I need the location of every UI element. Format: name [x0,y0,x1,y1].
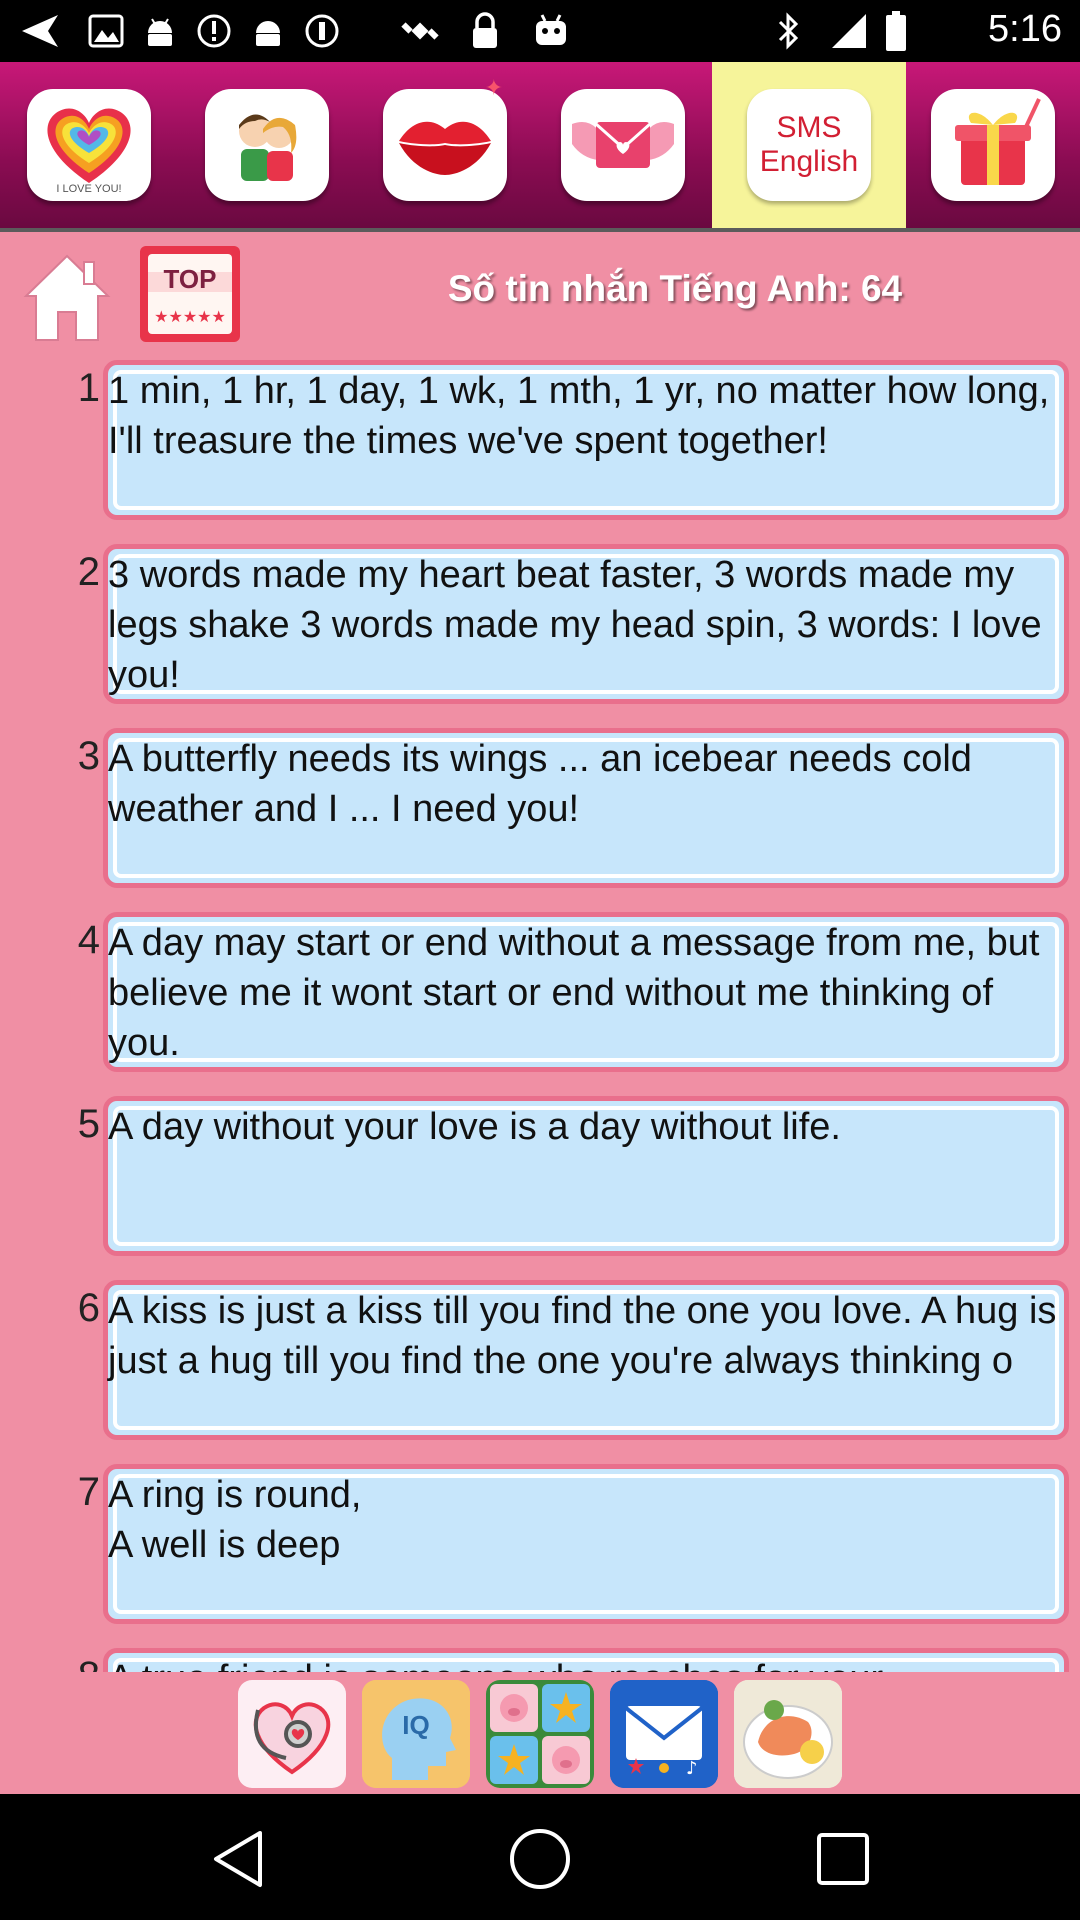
list-item[interactable]: 3 A butterfly needs its wings ... an ice… [0,728,1080,894]
bluetooth-icon [776,10,802,52]
love-sms-app-icon[interactable]: ♪ [610,1680,718,1788]
category-bar: I LOVE YOU! ✦ SMS English [0,62,1080,232]
couple-icon [205,89,329,201]
nav-back-button[interactable] [202,1824,272,1894]
home-button[interactable] [22,250,112,346]
tab-letter[interactable] [534,62,712,228]
sms-english-card: SMS English [747,89,871,201]
tab-love[interactable]: I LOVE YOU! [0,62,178,228]
signal-icon [828,10,868,52]
top-rank-icon: TOP ★★★★★ [140,246,240,342]
svg-text:IQ: IQ [402,1710,429,1740]
info-icon [304,10,340,52]
message-text: 1 min, 1 hr, 1 day, 1 wk, 1 mth, 1 yr, n… [108,370,1050,462]
nav-recents-button[interactable] [808,1824,878,1894]
sparkle-icon: ✦ [484,75,503,100]
rainbow-heart-icon: I LOVE YOU! [27,89,151,201]
item-number: 5 [77,1102,100,1146]
back-arrow-icon [18,10,60,52]
recents-square-icon [817,1833,869,1885]
sms-label: SMS [776,111,842,144]
exclamation-icon [196,10,232,52]
lock-icon [470,10,500,52]
recipes-app-icon[interactable] [734,1680,842,1788]
status-time: 5:16 [988,8,1062,50]
top-button[interactable]: TOP ★★★★★ [136,238,244,346]
item-number: 6 [77,1286,100,1330]
iq-test-app-icon[interactable]: IQ [362,1680,470,1788]
status-bar: 5:16 [0,0,1080,62]
svg-text:★★★★★: ★★★★★ [154,307,226,326]
message-text: A ring is round, A well is deep [108,1474,362,1566]
message-text: 3 words made my heart beat faster, 3 wor… [108,554,1042,696]
satellite-icon [400,10,440,52]
message-text: A day may start or end without a message… [108,922,1040,1064]
svg-text:♪: ♪ [686,1758,698,1779]
item-number: 4 [77,918,100,962]
message-text: A butterfly needs its wings ... an icebe… [108,738,972,830]
tab-sms-english[interactable]: SMS English [712,62,906,228]
tab-kiss[interactable]: ✦ [356,62,534,228]
list-item[interactable]: 2 3 words made my heart beat faster, 3 w… [0,544,1080,710]
android-robot-icon [532,10,570,52]
home-circle-icon [510,1829,570,1889]
battery-icon [884,10,908,52]
item-number: 7 [77,1470,100,1514]
love-caption: I LOVE YOU! [56,183,122,195]
love-doctor-app-icon[interactable] [238,1680,346,1788]
item-number: 1 [77,366,100,410]
pig-puzzle-app-icon[interactable] [486,1680,594,1788]
english-label: English [759,145,859,178]
tab-couple[interactable] [178,62,356,228]
message-count-title: Số tin nhắn Tiếng Anh: 64 [447,268,903,309]
message-text: A kiss is just a kiss till you find the … [108,1290,1057,1382]
list-item[interactable]: 4 A day may start or end without a messa… [0,912,1080,1078]
list-item[interactable]: 5 A day without your love is a day witho… [0,1096,1080,1262]
ad-bar: IQ ♪ [0,1672,1080,1794]
item-number: 3 [77,734,100,778]
message-text: A day without your love is a day without… [108,1106,841,1148]
lips-icon: ✦ [383,75,507,201]
list-item[interactable]: 7 A ring is round, A well is deep [0,1464,1080,1630]
item-number: 2 [77,550,100,594]
navigation-bar [0,1794,1080,1920]
main-content: TOP ★★★★★ Số tin nhắn Tiếng Anh: 64 1 1 … [0,232,1080,1794]
top-label: TOP [164,264,217,294]
list-item[interactable]: 1 1 min, 1 hr, 1 day, 1 wk, 1 mth, 1 yr,… [0,360,1080,526]
gift-icon [931,89,1055,201]
photo-icon [88,10,124,52]
android-icon-2 [250,10,286,52]
back-triangle-icon [214,1831,262,1887]
home-icon [23,254,111,341]
android-icon [142,10,178,52]
nav-home-button[interactable] [505,1824,575,1894]
list-item[interactable]: 6 A kiss is just a kiss till you find th… [0,1280,1080,1446]
winged-envelope-icon [561,89,685,201]
tab-gift[interactable] [906,62,1080,228]
